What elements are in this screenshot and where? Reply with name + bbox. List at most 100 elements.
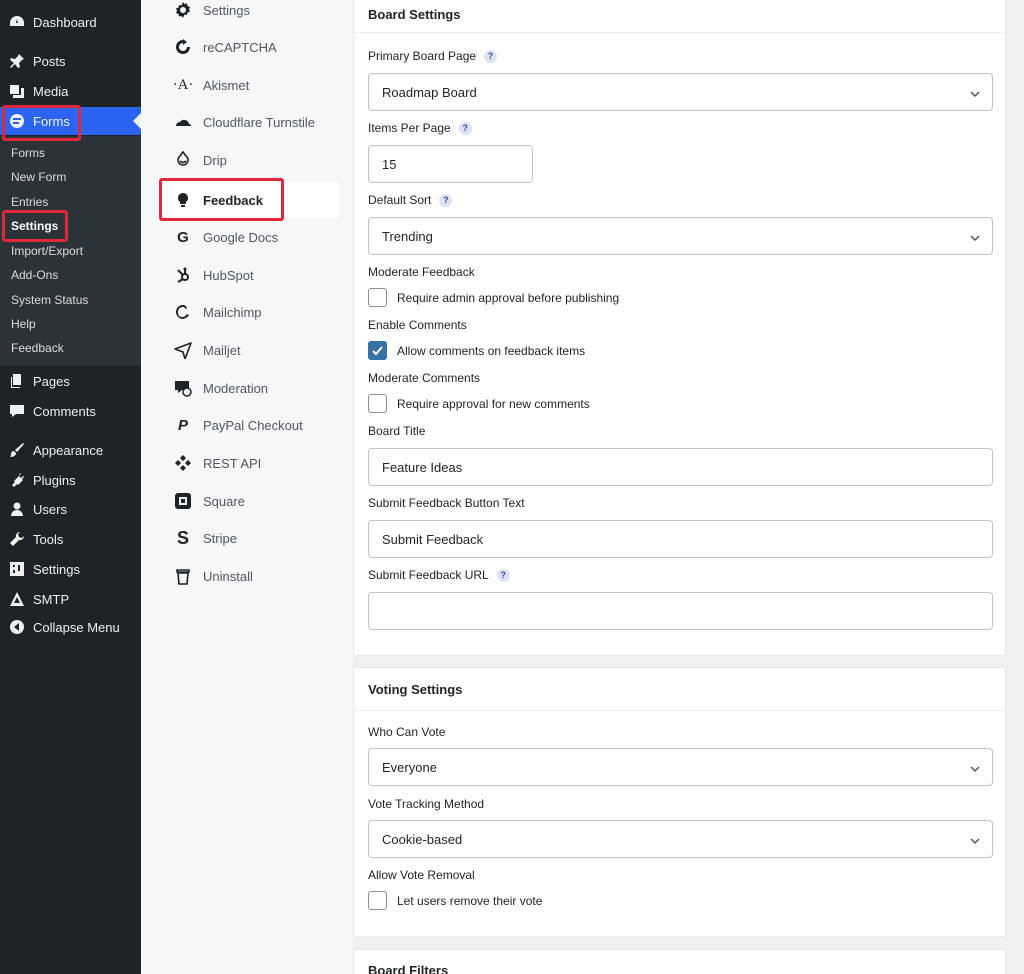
primary-board-page-label: Primary Board Page ? <box>368 49 498 63</box>
nav-google-docs[interactable]: G Google Docs <box>161 219 339 255</box>
nav-uninstall[interactable]: Uninstall <box>161 558 339 594</box>
primary-board-page-text: Primary Board Page <box>368 49 477 63</box>
submenu-add-ons[interactable]: Add-Ons <box>11 268 58 282</box>
comments-icon <box>8 402 26 420</box>
media-icon <box>8 82 26 100</box>
submenu-forms[interactable]: Forms <box>11 146 45 160</box>
moderation-icon <box>173 378 193 398</box>
menu-users-label: Users <box>33 501 67 517</box>
board-title-input[interactable]: Feature Ideas <box>368 448 993 486</box>
card-divider <box>354 32 1007 33</box>
menu-settings-label: Settings <box>33 561 80 577</box>
nav-hubspot[interactable]: HubSpot <box>161 257 339 293</box>
menu-smtp-label: SMTP <box>33 591 70 607</box>
menu-tools[interactable]: Tools <box>0 525 141 553</box>
menu-media[interactable]: Media <box>0 77 141 105</box>
nav-stripe[interactable]: S Stripe <box>161 520 339 556</box>
nav-drip[interactable]: Drip <box>161 142 339 178</box>
plug-icon <box>8 471 26 489</box>
enable-comments-option[interactable]: Allow comments on feedback items <box>397 344 585 358</box>
pages-icon <box>8 372 26 390</box>
nav-moderation[interactable]: Moderation <box>161 370 339 406</box>
help-icon[interactable]: ? <box>439 193 453 207</box>
nav-cloudflare-turnstile[interactable]: Cloudflare Turnstile <box>161 104 339 140</box>
board-settings-title: Board Settings <box>368 7 461 22</box>
api-icon <box>173 453 193 473</box>
settings-nav: Settings reCAPTCHA ·A· Akismet Cloudflar… <box>141 0 353 974</box>
nav-recaptcha[interactable]: reCAPTCHA <box>161 29 339 65</box>
nav-akismet[interactable]: ·A· Akismet <box>161 67 339 103</box>
current-menu-arrow <box>133 113 141 129</box>
menu-pages[interactable]: Pages <box>0 367 141 395</box>
lightbulb-icon <box>173 190 193 210</box>
menu-posts[interactable]: Posts <box>0 47 141 75</box>
vote-tracking-label: Vote Tracking Method <box>368 797 485 811</box>
submenu-settings[interactable]: Settings <box>11 219 58 233</box>
board-filters-card: Board Filters <box>353 949 1006 974</box>
nav-google-docs-label: Google Docs <box>203 229 279 245</box>
allow-vote-removal-option[interactable]: Let users remove their vote <box>397 894 542 908</box>
nav-mailchimp-label: Mailchimp <box>203 304 262 320</box>
nav-settings-label: Settings <box>203 2 250 18</box>
menu-smtp[interactable]: SMTP <box>0 585 141 613</box>
help-icon[interactable]: ? <box>458 121 472 135</box>
help-icon[interactable]: ? <box>484 49 498 63</box>
mailchimp-icon <box>173 302 193 322</box>
vote-tracking-select[interactable]: Cookie-based <box>368 820 993 858</box>
moderate-comments-option[interactable]: Require approval for new comments <box>397 397 590 411</box>
check-icon <box>372 346 383 356</box>
help-icon[interactable]: ? <box>496 568 510 582</box>
enable-comments-checkbox[interactable] <box>368 341 387 360</box>
menu-users[interactable]: Users <box>0 495 141 523</box>
recaptcha-icon <box>173 37 193 57</box>
submenu-feedback[interactable]: Feedback <box>11 341 64 355</box>
submit-url-text: Submit Feedback URL <box>368 568 489 582</box>
menu-settings[interactable]: Settings <box>0 555 141 583</box>
voting-settings-card: Voting Settings Who Can Vote Everyone Vo… <box>353 667 1007 937</box>
submenu-system-status[interactable]: System Status <box>11 293 88 307</box>
stripe-icon: S <box>176 527 189 548</box>
submit-url-label: Submit Feedback URL ? <box>368 568 510 582</box>
google-icon: G <box>177 228 189 246</box>
nav-rest-api[interactable]: REST API <box>161 445 339 481</box>
menu-tools-label: Tools <box>33 531 64 547</box>
nav-moderation-label: Moderation <box>203 380 269 396</box>
submit-button-text-input[interactable]: Submit Feedback <box>368 520 993 558</box>
submenu-entries[interactable]: Entries <box>11 195 48 209</box>
primary-board-page-select[interactable]: Roadmap Board <box>368 73 993 111</box>
menu-dashboard[interactable]: Dashboard <box>0 8 141 36</box>
submenu-new-form[interactable]: New Form <box>11 170 66 184</box>
menu-comments[interactable]: Comments <box>0 397 141 425</box>
smtp-icon <box>8 590 26 608</box>
nav-mailchimp[interactable]: Mailchimp <box>161 294 339 330</box>
board-title-label: Board Title <box>368 424 426 438</box>
nav-mailjet[interactable]: Mailjet <box>161 332 339 368</box>
square-icon <box>173 491 193 511</box>
nav-settings[interactable]: Settings <box>161 0 339 28</box>
submenu-help[interactable]: Help <box>11 317 36 331</box>
menu-plugins[interactable]: Plugins <box>0 466 141 494</box>
user-icon <box>8 500 26 518</box>
moderate-feedback-checkbox[interactable] <box>368 288 387 307</box>
nav-paypal-checkout[interactable]: P PayPal Checkout <box>161 407 339 443</box>
nav-akismet-label: Akismet <box>203 77 250 93</box>
default-sort-text: Default Sort <box>368 193 432 207</box>
moderate-comments-checkbox[interactable] <box>368 394 387 413</box>
allow-vote-removal-checkbox[interactable] <box>368 891 387 910</box>
submenu-import-export[interactable]: Import/Export <box>11 244 83 258</box>
nav-square[interactable]: Square <box>161 483 339 519</box>
collapse-menu[interactable]: Collapse Menu <box>0 613 141 641</box>
menu-appearance[interactable]: Appearance <box>0 436 141 464</box>
menu-forms[interactable]: Forms <box>0 107 141 135</box>
submit-url-input[interactable] <box>368 592 993 630</box>
who-can-vote-select[interactable]: Everyone <box>368 748 993 786</box>
chevron-down-icon <box>970 87 980 98</box>
moderate-comments-label: Moderate Comments <box>368 371 481 385</box>
nav-feedback[interactable]: Feedback <box>161 182 339 218</box>
nav-paypal-label: PayPal Checkout <box>203 417 303 433</box>
default-sort-select[interactable]: Trending <box>368 217 993 255</box>
submit-button-text-value: Submit Feedback <box>382 531 484 547</box>
moderate-feedback-option[interactable]: Require admin approval before publishing <box>397 291 619 305</box>
nav-uninstall-label: Uninstall <box>203 568 253 584</box>
items-per-page-input[interactable]: 15 <box>368 145 533 183</box>
